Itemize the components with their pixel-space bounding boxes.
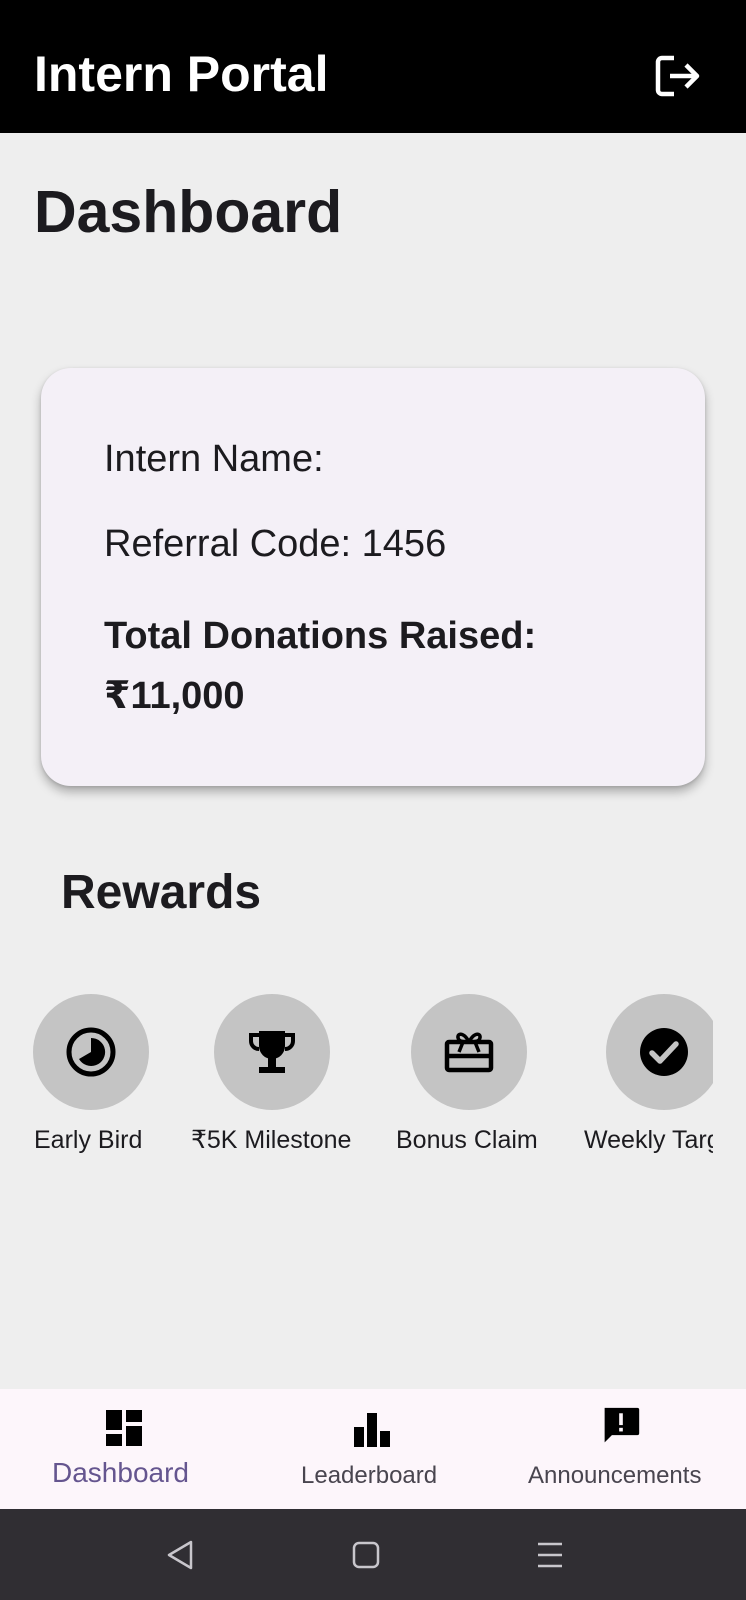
nav-item-dashboard[interactable]: Dashboard	[0, 1389, 248, 1509]
bottom-navigation: Dashboard Leaderboard Announcements	[0, 1389, 746, 1509]
check-circle-icon	[640, 1028, 688, 1076]
logout-icon	[655, 55, 700, 97]
referral-code: Referral Code: 1456	[104, 523, 447, 565]
reward-label: Early Bird	[34, 1126, 143, 1154]
app-bar: Intern Portal	[0, 0, 746, 133]
nav-label: Announcements	[528, 1462, 702, 1489]
dashboard-icon	[106, 1410, 142, 1446]
leaderboard-icon	[354, 1413, 390, 1447]
back-triangle-icon	[167, 1540, 193, 1570]
system-navigation-bar	[0, 1509, 746, 1600]
logout-button[interactable]	[652, 52, 704, 100]
reward-badge	[411, 994, 527, 1110]
reward-weekly-target[interactable]: Weekly Targ	[572, 980, 713, 1180]
system-menu-button[interactable]	[532, 1537, 568, 1573]
reward-label: Bonus Claim	[396, 1126, 538, 1154]
total-donations: Total Donations Raised: ₹11,000	[104, 606, 536, 726]
intern-summary-card: Intern Name: Referral Code: 1456 Total D…	[41, 368, 705, 786]
home-square-icon	[352, 1541, 380, 1569]
intern-name: Intern Name:	[104, 438, 324, 480]
reward-5k-milestone[interactable]: ₹5K Milestone	[180, 980, 380, 1180]
reward-badge	[33, 994, 149, 1110]
reward-label: ₹5K Milestone	[191, 1126, 352, 1154]
early-bird-icon	[66, 1027, 116, 1077]
reward-badge	[214, 994, 330, 1110]
reward-badge	[606, 994, 713, 1110]
gift-card-icon	[444, 1032, 494, 1073]
app-title: Intern Portal	[34, 46, 329, 102]
reward-bonus-claim[interactable]: Bonus Claim	[376, 980, 576, 1180]
nav-label: Dashboard	[52, 1457, 189, 1488]
system-home-button[interactable]	[348, 1537, 384, 1573]
rewards-heading: Rewards	[61, 866, 262, 919]
total-donations-label: Total Donations Raised:	[104, 615, 537, 657]
reward-label: Weekly Targ	[584, 1126, 713, 1154]
rewards-list[interactable]: Early Bird ₹5K Milestone Bonus Claim Wee…	[0, 980, 713, 1180]
reward-early-bird[interactable]: Early Bird	[0, 980, 200, 1180]
nav-item-leaderboard[interactable]: Leaderboard	[248, 1389, 498, 1509]
announcement-icon	[604, 1407, 640, 1443]
total-donations-value: ₹11,000	[104, 675, 245, 717]
menu-lines-icon	[538, 1542, 562, 1568]
nav-item-announcements[interactable]: Announcements	[498, 1389, 746, 1509]
system-back-button[interactable]	[163, 1537, 199, 1573]
page-title: Dashboard	[34, 179, 343, 245]
trophy-icon	[249, 1031, 295, 1073]
nav-label: Leaderboard	[301, 1462, 438, 1489]
